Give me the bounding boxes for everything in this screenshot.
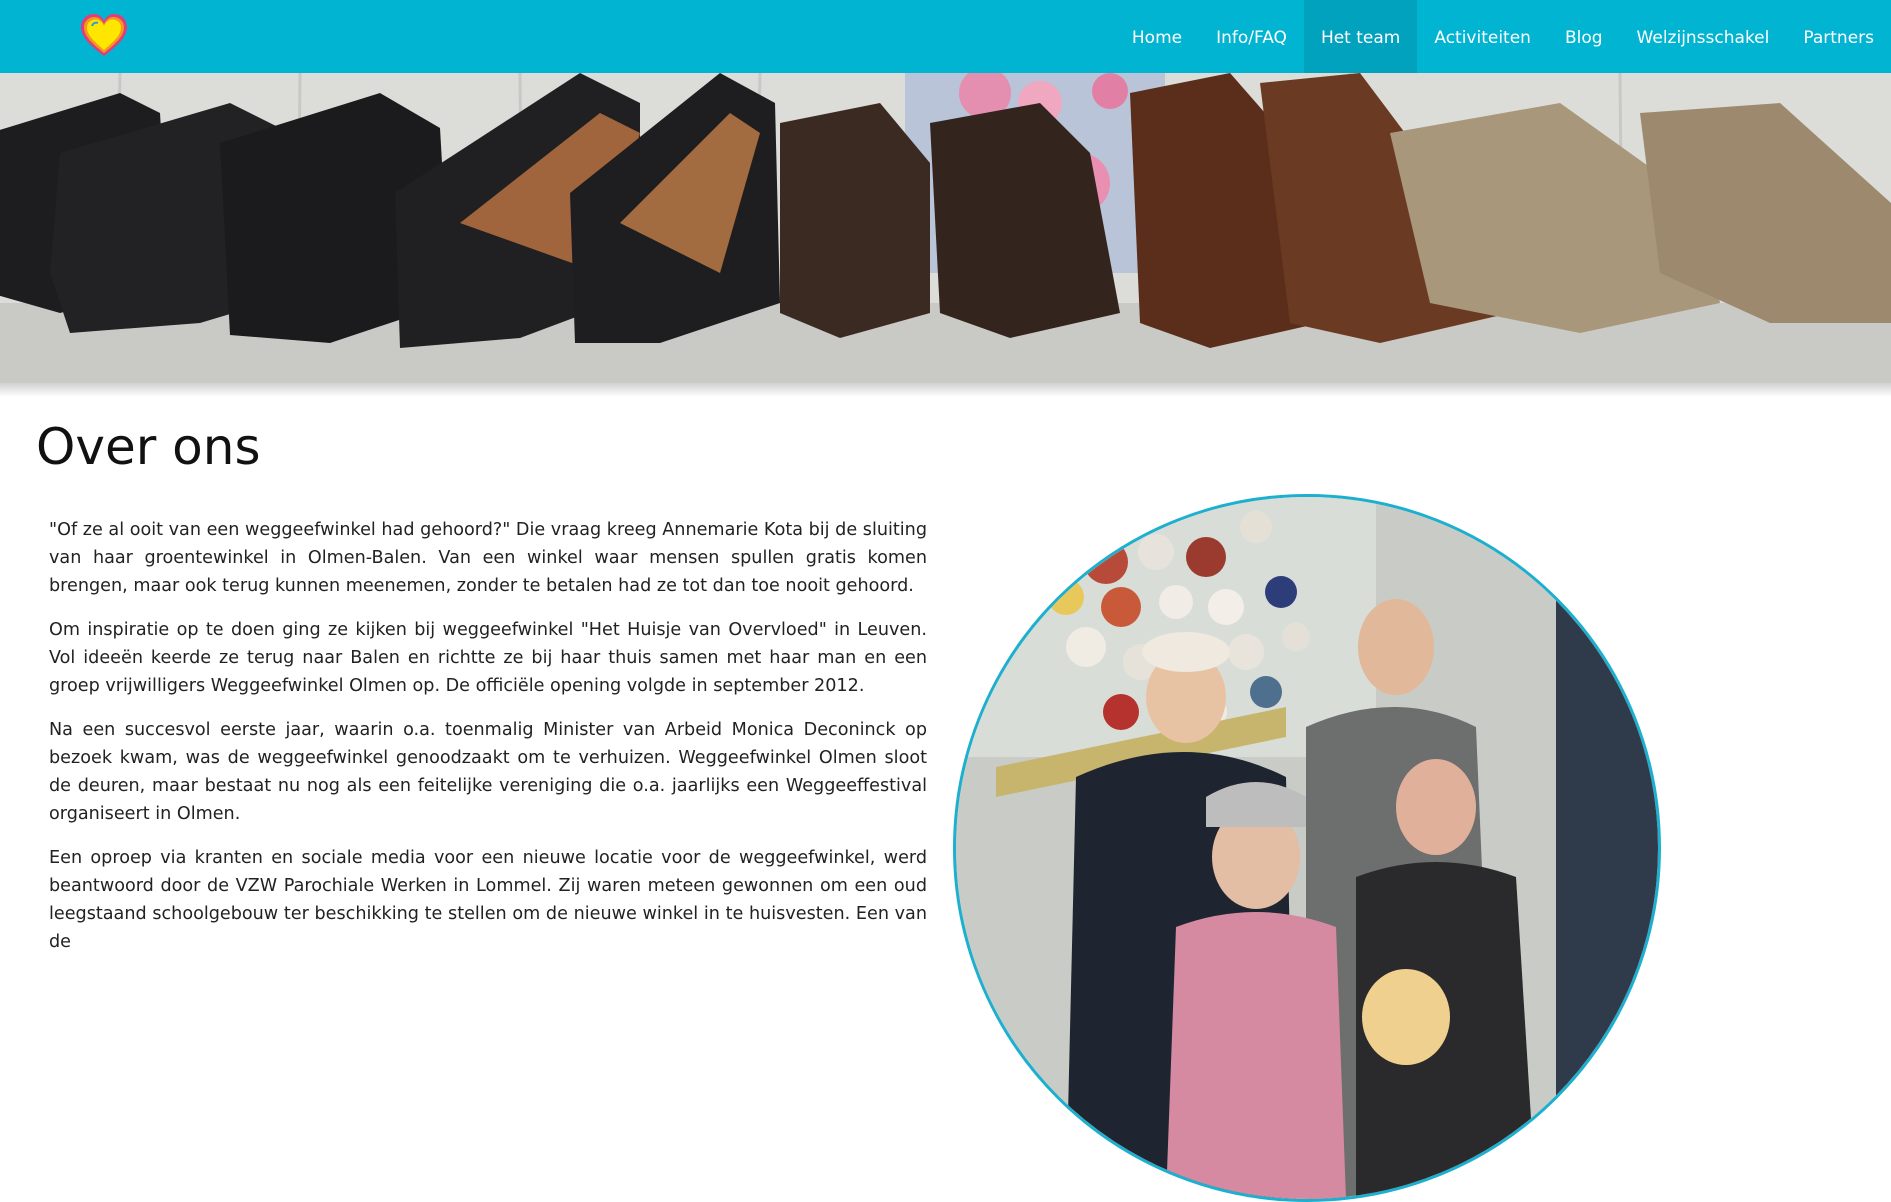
team-photo xyxy=(953,494,1661,1202)
page-title: Over ons xyxy=(36,418,261,476)
paragraph-4: Een oproep via kranten en sociale media … xyxy=(49,848,927,952)
hero-shadow xyxy=(0,383,1891,397)
intro-text: "Of ze al ooit van een weggeefwinkel had… xyxy=(49,516,927,972)
paragraph-3: Na een succesvol eerste jaar, waarin o.a… xyxy=(49,720,927,824)
main-nav: Home Info/FAQ Het team Activiteiten Blog… xyxy=(1115,0,1891,73)
top-navbar: Home Info/FAQ Het team Activiteiten Blog… xyxy=(0,0,1891,73)
nav-partners[interactable]: Partners xyxy=(1786,0,1891,73)
nav-het-team[interactable]: Het team xyxy=(1303,0,1418,73)
paragraph-1: "Of ze al ooit van een weggeefwinkel had… xyxy=(49,520,927,596)
hero-banner-image xyxy=(0,73,1891,383)
nav-activiteiten[interactable]: Activiteiten xyxy=(1417,0,1548,73)
paragraph-2: Om inspiratie op te doen ging ze kijken … xyxy=(49,620,927,696)
shoes-illustration xyxy=(0,73,1891,383)
nav-blog[interactable]: Blog xyxy=(1548,0,1620,73)
nav-home[interactable]: Home xyxy=(1115,0,1199,73)
heart-logo-icon[interactable] xyxy=(78,12,130,60)
nav-welzijnsschakel[interactable]: Welzijnsschakel xyxy=(1620,0,1787,73)
nav-info-faq[interactable]: Info/FAQ xyxy=(1199,0,1304,73)
team-photo-illustration xyxy=(956,497,1658,1199)
